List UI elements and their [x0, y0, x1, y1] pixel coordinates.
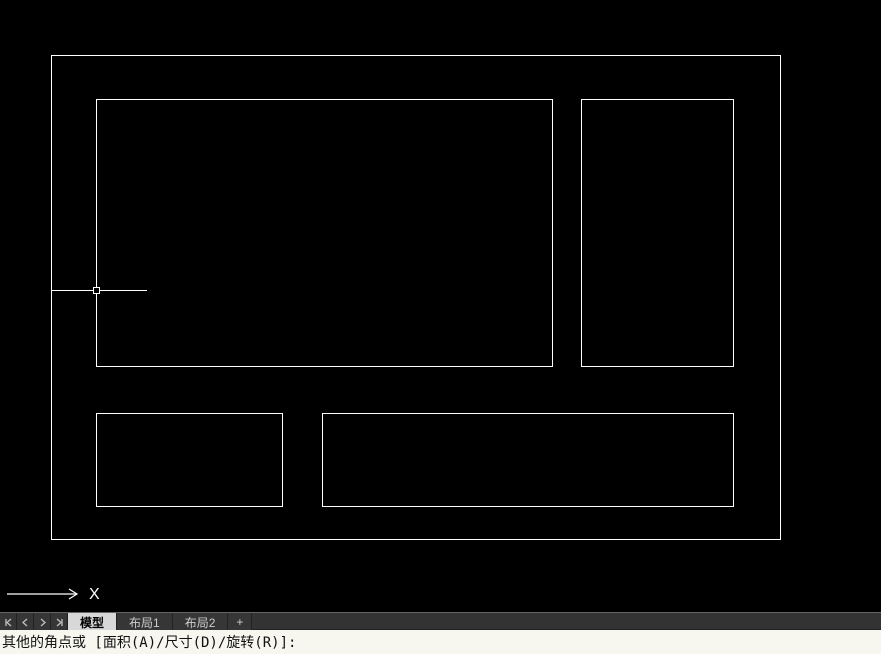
- tab-model[interactable]: 模型: [68, 613, 117, 631]
- command-text: 其他的角点或 [面积(A)/尺寸(D)/旋转(R)]:: [2, 632, 296, 652]
- ucs-x-label: X: [89, 586, 100, 603]
- tab-layout1[interactable]: 布局1: [117, 613, 173, 631]
- drawing-rect-bottom-right: [322, 413, 734, 507]
- tab-layout2[interactable]: 布局2: [173, 613, 229, 631]
- drawing-canvas[interactable]: X: [0, 0, 881, 612]
- drawing-rect-top-left: [96, 99, 553, 367]
- tab-nav-last[interactable]: [51, 613, 68, 631]
- tab-nav-first[interactable]: [0, 613, 17, 631]
- command-line[interactable]: 其他的角点或 [面积(A)/尺寸(D)/旋转(R)]:: [0, 630, 881, 654]
- tab-nav-prev[interactable]: [17, 613, 34, 631]
- tab-add[interactable]: +: [228, 613, 252, 631]
- ucs-icon: X: [7, 582, 102, 607]
- drawing-rect-top-right: [581, 99, 734, 367]
- layout-tab-bar: 模型 布局1 布局2 +: [0, 612, 881, 630]
- tab-nav-next[interactable]: [34, 613, 51, 631]
- drawing-rect-bottom-left: [96, 413, 283, 507]
